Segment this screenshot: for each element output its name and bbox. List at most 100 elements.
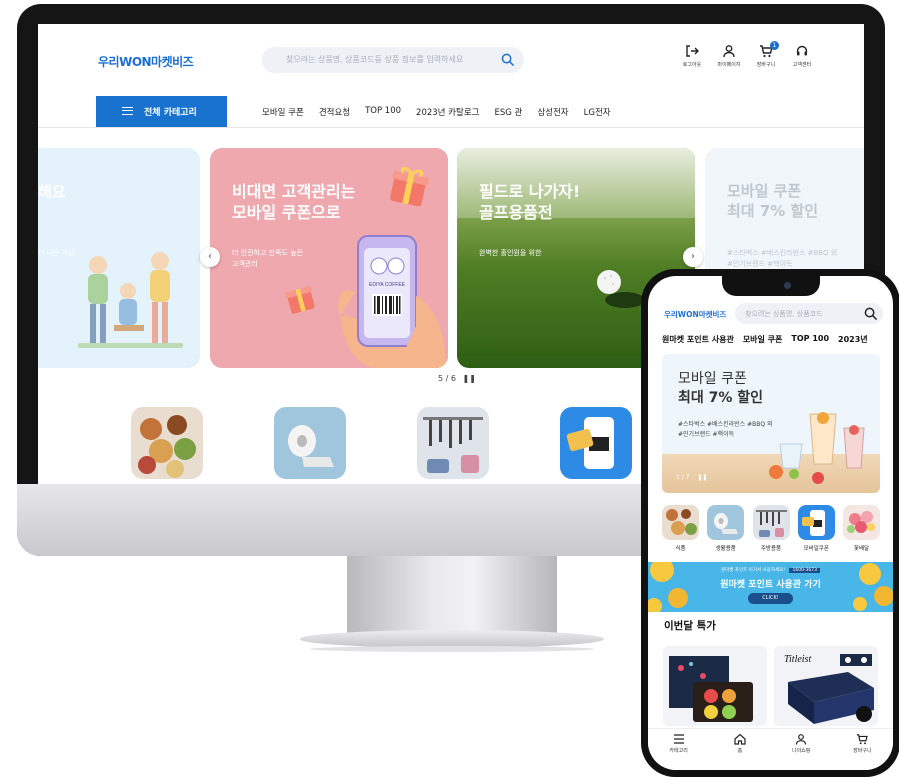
desktop-main-nav: 모바일 쿠폰 견적요청 TOP 100 2023년 카탈로그 ESG 관 삼성전…	[262, 106, 611, 118]
banner-esg-title: 해요	[38, 183, 66, 201]
golf-ball-box-image: Titleist	[784, 654, 874, 724]
banner-esg[interactable]: 해요 더 나은 세상	[38, 148, 200, 368]
nav-catalog-2023[interactable]: 2023년 카탈로그	[416, 106, 479, 118]
mobile-banner-title: 모바일 쿠폰 최대 7% 할인	[678, 370, 763, 408]
desktop-search-input[interactable]: 찾으려는 상품명, 상품코드등 상품 정보를 입력하세요	[262, 47, 524, 73]
promo-small-text: 원마켓 포인트 이거서 사용하세요! 1600-3673	[648, 567, 893, 573]
toilet-paper-icon	[707, 505, 745, 540]
mobile-banner-pager: 1 / 7 ❚❚	[676, 474, 707, 481]
mobile-screen: 우리WON마켓비즈 찾으려는 상품명, 상품코드 원마켓 포인트 사용관 모바일…	[648, 276, 893, 770]
desktop-logo[interactable]: 우리WON마켓비즈	[98, 53, 194, 70]
product-showcase: 우리WON마켓비즈 찾으려는 상품명, 상품코드등 상품 정보를 입력하세요 로…	[0, 0, 899, 777]
customer-center-label: 고객센터	[792, 62, 812, 68]
all-categories-button[interactable]: 전체 카테고리	[96, 96, 227, 127]
menu-icon	[673, 734, 684, 744]
point-shop-promo-banner[interactable]: 원마켓 포인트 이거서 사용하세요! 1600-3673 원마켓 포인트 사용관…	[648, 562, 893, 612]
category-coupon-tile[interactable]	[560, 407, 632, 479]
text-line: 골프용품전	[479, 202, 553, 222]
text-line: 모바일 쿠폰	[727, 182, 802, 200]
cart-icon	[857, 734, 869, 745]
customer-center-button[interactable]: 고객센터	[782, 44, 822, 68]
kitchen-tools-icon	[752, 505, 790, 540]
banner-coupon-title-line: 비대면 고객관리는 모바일 쿠폰으로	[232, 182, 355, 224]
category-living-tile[interactable]	[274, 407, 346, 479]
text-line: 고객관리	[232, 259, 258, 268]
drinks-illustration	[769, 412, 865, 484]
tab-home[interactable]: 홈	[720, 733, 760, 770]
mcat-kitchen[interactable]: 주방용품	[752, 505, 790, 552]
mcat-food[interactable]: 식품	[662, 505, 699, 552]
tab-category-label: 카테고리	[669, 748, 688, 754]
food-icon	[662, 505, 699, 540]
product-card-macarons[interactable]	[663, 646, 767, 726]
headset-icon	[796, 45, 808, 56]
nav-lg[interactable]: LG전자	[584, 106, 611, 118]
all-categories-label: 전체 카테고리	[144, 108, 197, 118]
flower-icon	[843, 505, 880, 540]
category-food-tile[interactable]	[131, 407, 203, 479]
gift-box-small-icon	[284, 286, 315, 314]
mcat-living[interactable]: 생활용품	[707, 505, 745, 552]
mobile-banner-title-2: 최대 7% 할인	[678, 389, 764, 406]
nav-quote-request[interactable]: 견적요청	[319, 106, 350, 118]
mobile-coupon-banner[interactable]: 모바일 쿠폰 최대 7% 할인 #스타벅스 #배스킨라빈스 #BBQ 외 #인기…	[662, 354, 880, 493]
banner-pager-count: 5 / 6	[438, 374, 456, 383]
people-illustration	[78, 252, 183, 348]
cart-button[interactable]: 1 장바구니	[746, 41, 786, 68]
pause-icon[interactable]: ❚❚	[463, 374, 476, 383]
gift-box-icon	[390, 166, 429, 207]
mobile-search-placeholder: 찾으려는 상품명, 상품코드	[745, 310, 823, 318]
search-icon[interactable]	[864, 307, 877, 320]
mnav-point-shop[interactable]: 원마켓 포인트 사용관	[662, 334, 734, 345]
banner-mobile-coupon[interactable]: 비대면 고객관리는 모바일 쿠폰으로 더 안전하고 만족도 높은 고객관리 EDIY…	[210, 148, 448, 368]
mcat-coupon[interactable]: 모바일쿠폰	[797, 505, 835, 552]
nav-esg[interactable]: ESG 관	[494, 106, 522, 118]
mypage-button[interactable]: 마이페이지	[709, 44, 749, 68]
kitchen-tools-icon	[423, 417, 483, 473]
text-line: 비대면 고객관리는	[232, 182, 356, 201]
mobile-nav: 원마켓 포인트 사용관 모바일 쿠폰 TOP 100 2023년	[662, 334, 868, 345]
user-icon	[723, 45, 735, 58]
user-icon	[796, 734, 807, 745]
tab-cart[interactable]: 장바구니	[842, 733, 882, 770]
mnav-mobile-coupon[interactable]: 모바일 쿠폰	[743, 334, 783, 345]
banner-golf-title-line: 필드로 나가자! 골프용품전	[479, 182, 580, 224]
nav-top100[interactable]: TOP 100	[365, 106, 401, 118]
banner-golf-title: 필드로 나가자! 골프용품전	[479, 182, 580, 224]
banner-prev-button[interactable]: ‹	[200, 247, 220, 267]
pause-icon[interactable]: ❚❚	[697, 474, 707, 481]
monitor-stand-shadow	[310, 646, 594, 652]
banner-golf-sub: 완벽한 홀인원을 위한	[479, 249, 542, 257]
mobile-logo[interactable]: 우리WON마켓비즈	[664, 309, 726, 320]
banner-coupon-sub: 더 안전하고 만족도 높은 고객관리	[232, 248, 303, 269]
tab-category[interactable]: 카테고리	[659, 733, 699, 770]
banner-coupon-title: 비대면 고객관리는 모바일 쿠폰으로	[232, 182, 355, 224]
mcat-flower[interactable]: 꽃배달	[843, 505, 880, 552]
banner-pager: 5 / 6 ❚❚	[438, 374, 476, 383]
tab-my-shopping[interactable]: 나의쇼핑	[781, 733, 821, 770]
nav-samsung[interactable]: 삼성전자	[537, 106, 568, 118]
mnav-2023[interactable]: 2023년	[838, 334, 868, 345]
mnav-top100[interactable]: TOP 100	[791, 334, 829, 345]
nav-mobile-coupon[interactable]: 모바일 쿠폰	[262, 106, 304, 118]
tab-cart-label: 장바구니	[853, 748, 872, 754]
toilet-paper-icon	[288, 425, 334, 467]
mobile-banner-tags-1: #스타벅스 #배스킨라빈스 #BBQ 외	[678, 421, 773, 428]
promo-phone-number: 1600-3673	[789, 568, 821, 573]
banner-next-button[interactable]: ›	[683, 247, 703, 267]
mobile-coupon-icon	[797, 505, 835, 540]
search-icon[interactable]	[501, 53, 514, 66]
product-card-golf-balls[interactable]: Titleist	[774, 646, 878, 726]
desktop-search-placeholder: 찾으려는 상품명, 상품코드등 상품 정보를 입력하세요	[286, 55, 464, 64]
category-kitchen-tile[interactable]	[417, 407, 489, 479]
promo-click-button[interactable]: CLICK!	[748, 593, 793, 604]
mobile-search-input[interactable]: 찾으려는 상품명, 상품코드	[735, 303, 883, 324]
phone-notch	[722, 276, 820, 296]
mcat-coupon-label: 모바일쿠폰	[803, 546, 829, 552]
cart-label: 장바구니	[756, 62, 776, 68]
promo-small-text-label: 원마켓 포인트 이거서 사용하세요!	[720, 568, 786, 573]
logout-button[interactable]: 로그아웃	[672, 44, 712, 68]
header-divider	[38, 127, 864, 128]
mcat-food-label: 식품	[675, 546, 686, 552]
tab-my-shopping-label: 나의쇼핑	[791, 748, 811, 754]
